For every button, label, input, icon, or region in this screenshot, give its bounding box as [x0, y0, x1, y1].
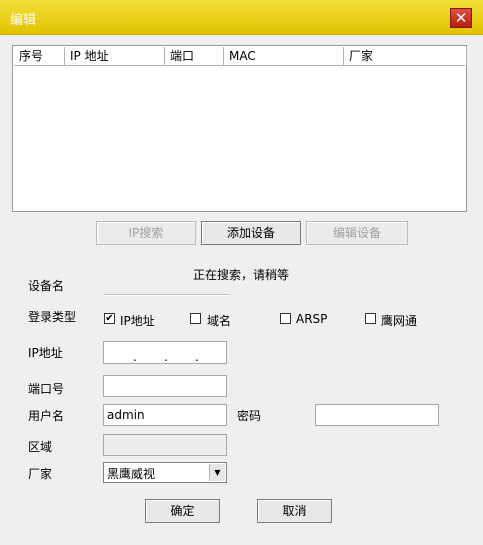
- region-label: 区域: [28, 440, 53, 454]
- ip-address-label: IP地址: [28, 346, 63, 360]
- column-header-vendor[interactable]: 厂家: [344, 47, 467, 65]
- username-input[interactable]: admin: [103, 404, 227, 426]
- password-input[interactable]: [315, 404, 439, 426]
- ip-search-button[interactable]: IP搜索: [96, 221, 196, 245]
- column-header-mac[interactable]: MAC: [224, 47, 344, 65]
- check-icon: ✔: [105, 313, 114, 324]
- search-status-text: 正在搜索，请稍等: [193, 268, 290, 282]
- port-input[interactable]: [103, 375, 227, 397]
- ip-dot-2: .: [164, 350, 168, 364]
- username-label: 用户名: [28, 409, 65, 423]
- login-type-yingwangtong-label: 鹰网通: [381, 314, 418, 328]
- device-list[interactable]: 序号 IP 地址 端口 MAC 厂家: [12, 45, 467, 212]
- edit-device-button[interactable]: 编辑设备: [306, 221, 408, 245]
- vendor-select-value: 黑鹰威视: [107, 467, 156, 481]
- cancel-button[interactable]: 取消: [257, 499, 332, 523]
- login-type-yingwangtong-checkbox[interactable]: [365, 313, 376, 324]
- login-type-arsp-label: ARSP: [296, 312, 328, 326]
- column-header-port[interactable]: 端口: [165, 47, 224, 65]
- window-title: 编辑: [10, 13, 37, 28]
- device-name-underline: [103, 294, 229, 295]
- column-header-ip[interactable]: IP 地址: [65, 47, 165, 65]
- device-list-header: 序号 IP 地址 端口 MAC 厂家: [14, 47, 467, 66]
- close-button[interactable]: ✕: [450, 8, 472, 28]
- region-input[interactable]: [103, 434, 227, 456]
- login-type-domain-label: 域名: [207, 314, 232, 328]
- title-bar: 编辑 ✕: [0, 0, 483, 35]
- close-icon: ✕: [454, 9, 468, 27]
- vendor-select[interactable]: 黑鹰威视 ▼: [103, 462, 227, 483]
- login-type-arsp-checkbox[interactable]: [280, 313, 291, 324]
- ip-dot-3: .: [195, 350, 199, 364]
- password-label: 密码: [237, 409, 262, 423]
- add-device-button[interactable]: 添加设备: [201, 221, 301, 245]
- login-type-label: 登录类型: [28, 310, 77, 324]
- vendor-label: 厂家: [28, 467, 53, 481]
- login-type-ip-checkbox[interactable]: ✔: [104, 313, 115, 324]
- device-name-label: 设备名: [28, 279, 65, 293]
- ok-button[interactable]: 确定: [145, 499, 220, 523]
- column-header-index[interactable]: 序号: [14, 47, 65, 65]
- login-type-domain-checkbox[interactable]: [190, 313, 201, 324]
- port-label: 端口号: [28, 382, 65, 396]
- ip-dot-1: .: [133, 350, 137, 364]
- chevron-down-icon[interactable]: ▼: [209, 464, 225, 481]
- login-type-ip-label: IP地址: [120, 314, 155, 328]
